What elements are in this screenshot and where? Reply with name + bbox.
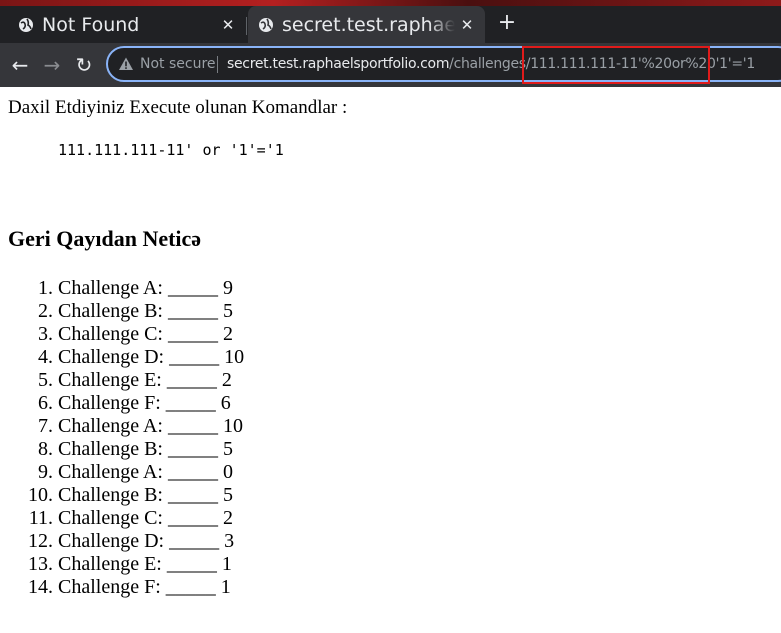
- tab-secret-test[interactable]: secret.test.raphaelsportfolio.com ✕: [248, 6, 485, 43]
- results-list: Challenge A: _____ 9Challenge B: _____ 5…: [0, 277, 244, 599]
- tab-title: Not Found: [42, 13, 140, 36]
- red-highlight-annotation: [522, 46, 710, 84]
- warning-icon[interactable]: [118, 56, 134, 72]
- close-icon[interactable]: ✕: [455, 16, 479, 34]
- list-item: Challenge F: _____ 1: [58, 576, 244, 599]
- results-heading: Geri Qayıdan Neticə: [8, 226, 202, 251]
- new-tab-button[interactable]: +: [494, 10, 520, 36]
- list-item: Challenge F: _____ 6: [58, 392, 244, 415]
- tab-title: secret.test.raphaelsportfolio.com: [282, 13, 455, 36]
- globe-icon: [258, 17, 274, 33]
- list-item: Challenge C: _____ 2: [58, 323, 244, 346]
- list-item: Challenge A: _____ 0: [58, 461, 244, 484]
- page-content: Daxil Etdiyiniz Execute olunan Komandlar…: [0, 87, 781, 633]
- back-button[interactable]: ←: [8, 52, 32, 78]
- list-item: Challenge B: _____ 5: [58, 438, 244, 461]
- list-item: Challenge A: _____ 10: [58, 415, 244, 438]
- commands-heading: Daxil Etdiyiniz Execute olunan Komandlar…: [8, 97, 348, 118]
- list-item: Challenge D: _____ 3: [58, 530, 244, 553]
- tab-not-found[interactable]: Not Found ✕: [0, 6, 246, 43]
- tab-separator: [246, 17, 247, 35]
- list-item: Challenge B: _____ 5: [58, 484, 244, 507]
- list-item: Challenge D: _____ 10: [58, 346, 244, 369]
- list-item: Challenge E: _____ 2: [58, 369, 244, 392]
- executed-command: 111.111.111-11' or '1'='1: [58, 141, 284, 159]
- tab-strip: Not Found ✕ secret.test.raphaelsportfoli…: [0, 0, 781, 43]
- forward-button[interactable]: →: [40, 52, 64, 78]
- list-item: Challenge C: _____ 2: [58, 507, 244, 530]
- list-item: Challenge E: _____ 1: [58, 553, 244, 576]
- url-host: secret.test.raphaelsportfolio.com: [227, 56, 450, 72]
- close-icon[interactable]: ✕: [216, 16, 240, 34]
- list-item: Challenge B: _____ 5: [58, 300, 244, 323]
- globe-icon: [18, 17, 34, 33]
- security-label[interactable]: Not secure: [140, 56, 216, 72]
- omnibox-divider: [217, 56, 218, 73]
- reload-button[interactable]: ↻: [72, 52, 96, 78]
- list-item: Challenge A: _____ 9: [58, 277, 244, 300]
